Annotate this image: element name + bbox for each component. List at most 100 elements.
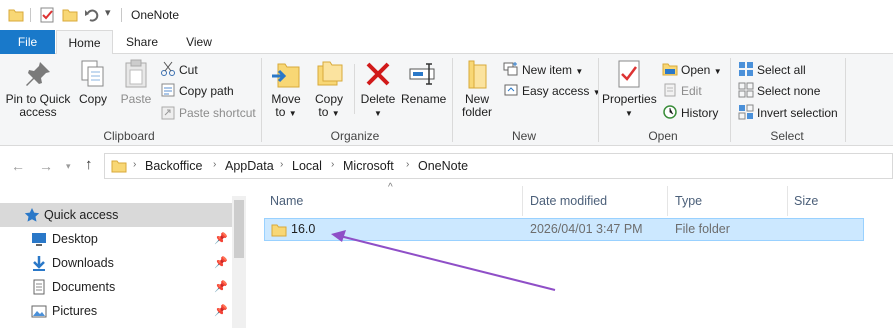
title-bar: ▾ OneNote [0, 0, 893, 30]
select-none-icon [738, 82, 754, 98]
new-item-label: New item [522, 63, 573, 77]
breadcrumb-appdata[interactable]: AppData [225, 159, 274, 173]
move-to-label: Move [271, 92, 301, 106]
rename-button[interactable]: Rename [401, 58, 446, 106]
open-label: Open [681, 63, 711, 77]
new-item-button[interactable]: New item ▼ [503, 61, 583, 79]
history-label: History [681, 106, 719, 120]
properties-label: Properties [602, 92, 657, 106]
copy-to-label-2: to [318, 105, 329, 119]
desktop-icon [32, 233, 46, 246]
edit-button[interactable]: Edit [662, 82, 702, 100]
ribbon: Pin to Quick access Copy Paste Cut Copy … [0, 54, 893, 146]
copy-to-button[interactable]: Copy to ▼ [311, 58, 347, 120]
history-icon [663, 105, 677, 119]
invert-selection-label: Invert selection [757, 106, 838, 120]
select-none-label: Select none [757, 84, 821, 98]
folder-icon [271, 224, 287, 237]
clipboard-group-label: Clipboard [103, 129, 155, 143]
easy-access-label: Easy access [522, 84, 590, 98]
column-date-modified[interactable]: Date modified [530, 186, 607, 216]
scissors-icon [161, 61, 175, 76]
pin-label-2: access [19, 105, 57, 119]
nav-downloads[interactable]: Downloads 📌 [0, 251, 232, 275]
new-folder-qa-icon[interactable] [62, 7, 78, 23]
pin-icon: 📌 [214, 257, 228, 269]
sort-ascending-icon: ^ [388, 182, 393, 193]
table-row[interactable]: 16.0 2026/04/01 3:47 PM File folder [264, 218, 864, 241]
copy-to-icon [317, 61, 343, 86]
nav-quick-access[interactable]: Quick access [0, 203, 232, 227]
move-to-button[interactable]: Move to ▼ [268, 58, 304, 120]
pin-icon [26, 62, 50, 86]
tab-file[interactable]: File [0, 30, 55, 54]
properties-icon [618, 60, 640, 88]
recent-locations-icon[interactable]: ▾ [66, 161, 71, 172]
paste-button[interactable]: Paste [118, 58, 154, 106]
pin-to-quick-access-button[interactable]: Pin to Quick access [5, 58, 71, 119]
new-folder-label-2: folder [461, 105, 493, 119]
breadcrumb-separator-icon: › [213, 159, 217, 170]
paste-icon [125, 59, 147, 88]
pictures-label: Pictures [52, 304, 98, 318]
breadcrumb-separator-icon: › [280, 159, 284, 170]
document-icon [33, 279, 45, 295]
paste-shortcut-button[interactable]: Paste shortcut [160, 104, 256, 122]
invert-selection-button[interactable]: Invert selection [738, 104, 838, 122]
breadcrumb-separator-icon: › [406, 159, 410, 170]
column-name[interactable]: Name [270, 186, 303, 216]
new-group-label: New [511, 129, 536, 143]
column-type[interactable]: Type [675, 186, 702, 216]
select-group-label: Select [770, 129, 804, 143]
back-arrow-icon[interactable]: ← [11, 158, 25, 174]
folder-icon [111, 160, 127, 173]
paste-label: Paste [120, 92, 152, 106]
select-none-button[interactable]: Select none [738, 82, 820, 100]
nav-documents[interactable]: Documents 📌 [0, 275, 232, 299]
copy-path-button[interactable]: Copy path [160, 82, 234, 100]
tab-home[interactable]: Home [56, 30, 113, 55]
select-all-button[interactable]: Select all [738, 61, 806, 79]
properties-button[interactable]: Properties ▼ [602, 58, 657, 120]
quick-access-label: Quick access [44, 208, 119, 222]
easy-access-button[interactable]: Easy access ▼ [503, 82, 601, 100]
forward-arrow-icon[interactable]: → [39, 158, 53, 174]
nav-desktop[interactable]: Desktop 📌 [0, 227, 232, 251]
copy-to-label: Copy [314, 92, 343, 106]
customize-qa-icon[interactable]: ▾ [105, 6, 111, 19]
tab-share[interactable]: Share [116, 30, 168, 54]
delete-x-icon [366, 62, 390, 86]
move-to-label-2: to [275, 105, 286, 119]
new-folder-icon [468, 60, 487, 89]
breadcrumb-onenote[interactable]: OneNote [418, 159, 468, 173]
new-folder-button[interactable]: New folder [458, 58, 496, 119]
delete-label: Delete [360, 92, 396, 106]
column-size[interactable]: Size [794, 186, 818, 216]
delete-button[interactable]: Delete ▼ [360, 58, 396, 120]
history-button[interactable]: History [662, 104, 718, 122]
organize-group-label: Organize [330, 129, 380, 143]
edit-icon [664, 83, 676, 97]
paste-shortcut-icon [161, 106, 175, 120]
breadcrumb-separator-icon: › [133, 159, 137, 170]
open-button[interactable]: Open ▼ [662, 61, 722, 79]
nav-pictures[interactable]: Pictures 📌 [0, 299, 232, 323]
nav-scrollbar-thumb[interactable] [234, 200, 244, 258]
new-folder-label-1: New [464, 92, 489, 106]
copy-button[interactable]: Copy [76, 58, 110, 106]
open-folder-icon [662, 63, 678, 76]
navigation-bar: ← → ▾ ↑ › Backoffice › AppData › Local ›… [0, 150, 893, 182]
rename-icon [409, 63, 435, 85]
tab-view[interactable]: View [174, 30, 224, 54]
breadcrumb-local[interactable]: Local [292, 159, 322, 173]
breadcrumb-microsoft[interactable]: Microsoft [343, 159, 394, 173]
address-bar[interactable]: › Backoffice › AppData › Local › Microso… [104, 153, 893, 179]
undo-icon[interactable] [84, 7, 100, 23]
file-type: File folder [675, 222, 730, 236]
paste-shortcut-label: Paste shortcut [179, 106, 256, 120]
cut-button[interactable]: Cut [160, 61, 198, 79]
copy-path-label: Copy path [179, 84, 234, 98]
breadcrumb-backoffice[interactable]: Backoffice [145, 159, 202, 173]
properties-qa-icon[interactable] [39, 7, 55, 23]
up-arrow-icon[interactable]: ↑ [85, 156, 93, 173]
